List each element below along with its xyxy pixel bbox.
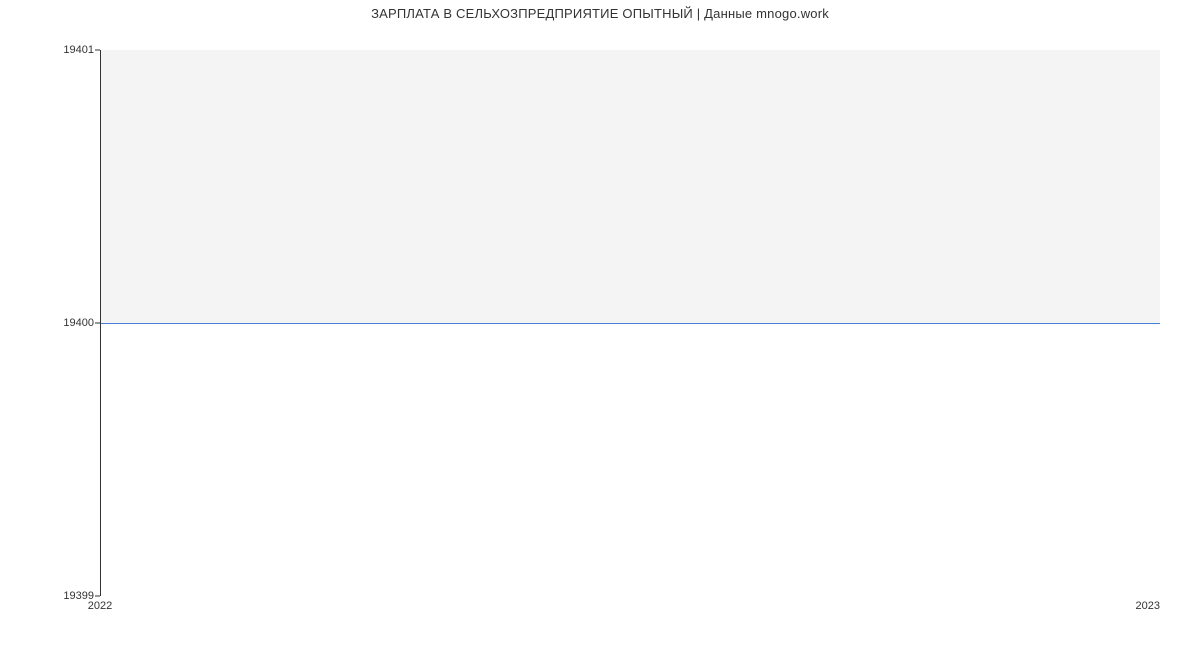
ytick-label: 19400 [63,317,94,329]
xtick-label: 2022 [88,600,112,612]
chart-container: ЗАРПЛАТА В СЕЛЬХОЗПРЕДПРИЯТИЕ ОПЫТНЫЙ | … [0,0,1200,650]
chart-title: ЗАРПЛАТА В СЕЛЬХОЗПРЕДПРИЯТИЕ ОПЫТНЫЙ | … [0,6,1200,21]
data-line [101,323,1160,324]
area-fill [101,50,1160,323]
xtick-label: 2023 [1136,600,1160,612]
ytick-label: 19401 [63,44,94,56]
plot-area [100,50,1160,596]
